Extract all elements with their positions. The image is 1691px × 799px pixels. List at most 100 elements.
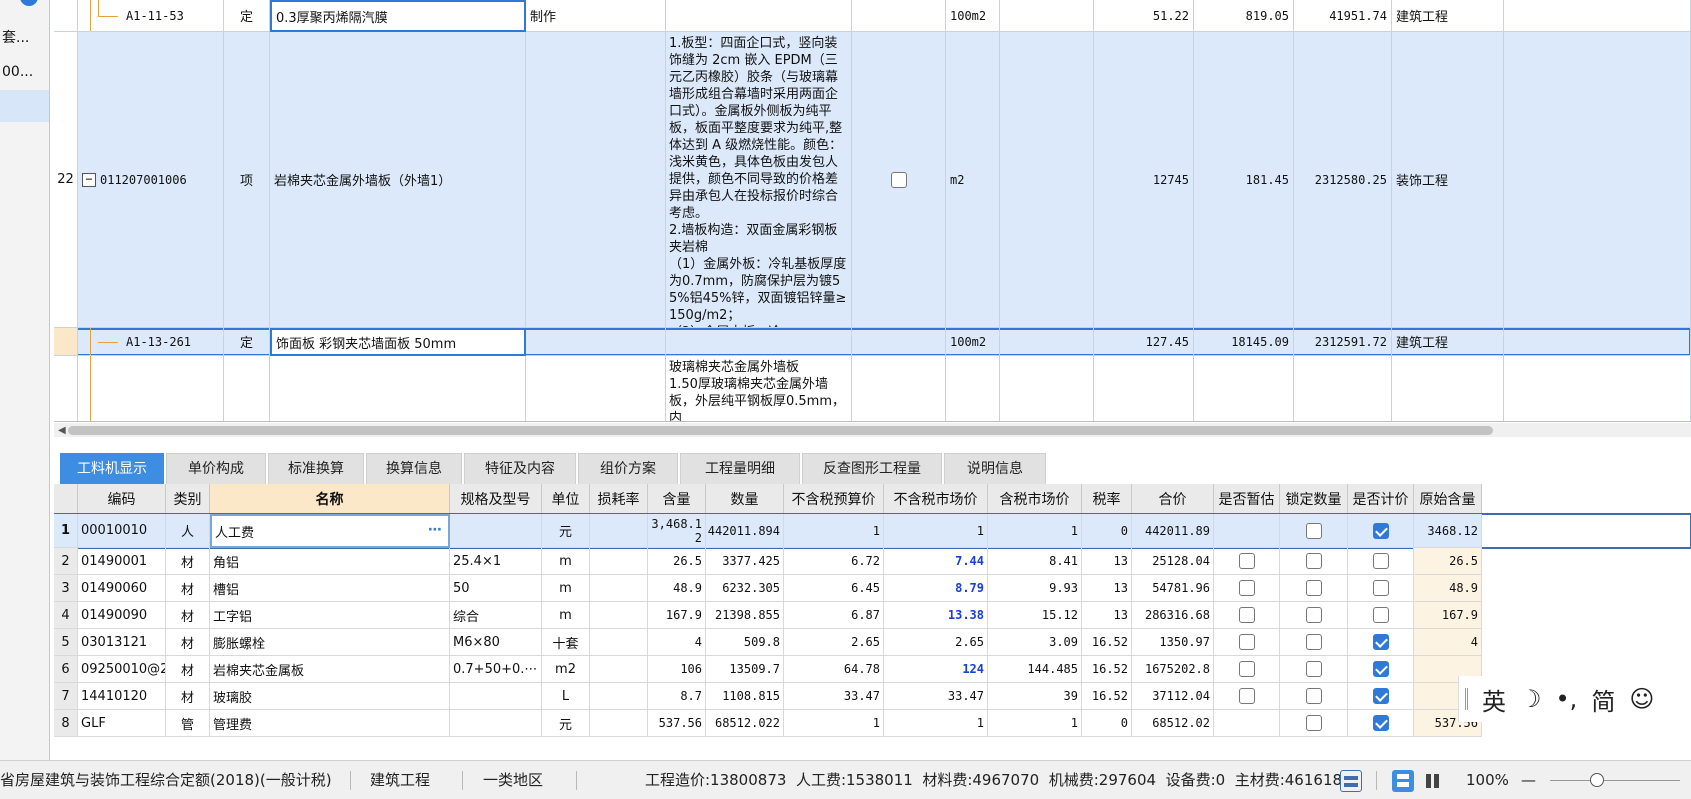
category-cell[interactable]: 材 [166, 629, 210, 656]
resource-row[interactable]: 4 01490090 材工字铝 综合 m 167.9 21398.855 6.87 13.38 1… [54, 602, 1691, 629]
header-total[interactable]: 合价 [1132, 484, 1214, 514]
priced-checkbox[interactable] [1372, 688, 1389, 704]
pretax-budget-cell[interactable]: 2.65 [784, 629, 884, 656]
name-cell[interactable]: 人工费 [210, 514, 450, 548]
name-cell[interactable]: 饰面板 彩钢夹芯墙面板 50mm [270, 328, 526, 356]
estimate-checkbox[interactable] [1238, 661, 1255, 677]
lock-checkbox[interactable] [1305, 661, 1322, 677]
lock-checkbox[interactable] [1305, 634, 1322, 650]
estimate-checkbox[interactable] [1238, 634, 1255, 650]
category-cell[interactable]: 材 [166, 575, 210, 602]
pretax-market-cell[interactable]: 33.47 [884, 683, 988, 710]
loss-rate-cell[interactable] [590, 629, 648, 656]
name-cell[interactable]: 0.3厚聚丙烯隔汽膜 [270, 0, 526, 32]
header-loss-rate[interactable]: 损耗率 [590, 484, 648, 514]
header-pretax-market[interactable]: 不含税市场价 [884, 484, 988, 514]
name-cell[interactable]: 岩棉夹芯金属外墙板（外墙1） [270, 32, 526, 328]
pretax-budget-cell[interactable]: 6.45 [784, 575, 884, 602]
original-content-cell[interactable]: 167.9 [1414, 602, 1482, 629]
spec-cell[interactable]: M6×80 [450, 629, 542, 656]
loss-rate-cell[interactable] [590, 710, 648, 737]
name-cell[interactable]: 岩棉夹芯金属板 [210, 656, 450, 683]
total-cell[interactable]: 37112.04 [1132, 683, 1214, 710]
quantity-cell[interactable]: 3377.425 [706, 548, 784, 575]
quantity-cell[interactable]: 21398.855 [706, 602, 784, 629]
estimate-checkbox[interactable] [1238, 607, 1255, 623]
priced-checkbox[interactable] [1372, 580, 1389, 596]
tab-labor-material-machine[interactable]: 工料机显示 [60, 453, 164, 484]
code-cell[interactable]: 01490001 [78, 548, 166, 575]
tab-notes[interactable]: 说明信息 [944, 453, 1046, 484]
unit-cell[interactable]: m [542, 548, 590, 575]
header-lock-qty[interactable]: 锁定数量 [1280, 484, 1348, 514]
content-cell[interactable]: 48.9 [648, 575, 706, 602]
code-cell[interactable]: GLF [78, 710, 166, 737]
zoom-slider-track[interactable] [1550, 780, 1680, 781]
pretax-market-cell[interactable]: 8.79 [884, 575, 988, 602]
resource-row[interactable]: 7 14410120 材玻璃胶 L 8.7 1108.815 33.47 33.47 39 16.… [54, 683, 1691, 710]
layout-horizontal-icon[interactable] [1422, 770, 1444, 792]
header-spec[interactable]: 规格及型号 [450, 484, 542, 514]
code-cell[interactable] [78, 356, 224, 421]
header-original-content[interactable]: 原始含量 [1414, 484, 1482, 514]
pretax-market-cell[interactable]: 1 [884, 710, 988, 737]
content-cell[interactable]: 537.56 [648, 710, 706, 737]
code-cell[interactable]: − 011207001006 [78, 32, 224, 328]
content-cell[interactable]: 106 [648, 656, 706, 683]
loss-rate-cell[interactable] [590, 548, 648, 575]
quantity-cell[interactable]: 509.8 [706, 629, 784, 656]
pretax-budget-cell[interactable]: 64.78 [784, 656, 884, 683]
name-cell[interactable] [270, 356, 526, 421]
pretax-budget-cell[interactable]: 33.47 [784, 683, 884, 710]
resource-row[interactable]: 2 01490001 材角铝 25.4×1 m 26.5 3377.425 6.72 7.44 8… [54, 548, 1691, 575]
original-content-cell[interactable]: 48.9 [1414, 575, 1482, 602]
code-cell[interactable]: 01490090 [78, 602, 166, 629]
lock-checkbox[interactable] [1305, 607, 1322, 623]
tab-features-content[interactable]: 特征及内容 [464, 453, 576, 484]
taxed-market-cell[interactable]: 15.12 [988, 602, 1082, 629]
zoom-slider-handle[interactable] [1590, 773, 1604, 787]
sidebar-item-selected[interactable] [0, 90, 49, 122]
ime-simplified-toggle[interactable]: 简 [1591, 682, 1615, 717]
name-cell[interactable]: 膨胀螺栓 [210, 629, 450, 656]
taxed-market-cell[interactable]: 39 [988, 683, 1082, 710]
loss-rate-cell[interactable] [590, 575, 648, 602]
taxed-market-cell[interactable]: 3.09 [988, 629, 1082, 656]
lock-checkbox[interactable] [1305, 580, 1322, 596]
grid-row-selected[interactable]: A1-13-261 定 饰面板 彩钢夹芯墙面板 50mm 100m2 127.4… [54, 328, 1691, 356]
priced-checkbox[interactable] [1372, 661, 1389, 677]
estimate-checkbox[interactable] [1238, 553, 1255, 569]
tax-rate-cell[interactable]: 13 [1082, 548, 1132, 575]
tax-rate-cell[interactable]: 16.52 [1082, 683, 1132, 710]
resource-row[interactable]: 6 09250010@2 材岩棉夹芯金属板 0.7+50+0.⋯ m2 106 13509.… [54, 656, 1691, 683]
header-content[interactable]: 含量 [648, 484, 706, 514]
content-cell[interactable]: 4 [648, 629, 706, 656]
tab-standard-conversion[interactable]: 标准换算 [268, 453, 364, 484]
tax-rate-cell[interactable]: 16.52 [1082, 629, 1132, 656]
ime-language-toggle[interactable]: 英 [1482, 682, 1506, 717]
spec-cell[interactable]: 50 [450, 575, 542, 602]
code-cell[interactable]: 03013121 [78, 629, 166, 656]
moon-icon[interactable]: ☽ [1520, 685, 1542, 713]
priced-checkbox[interactable] [1372, 634, 1389, 650]
punctuation-icon[interactable]: •, [1556, 685, 1578, 713]
pretax-market-cell[interactable]: 7.44 [884, 548, 988, 575]
grid-row[interactable]: A1-11-53 定 0.3厚聚丙烯隔汽膜 制作 100m2 51.22 819… [54, 0, 1691, 32]
resource-row-selected[interactable]: 1 00010010 人人工费元 3,468.12 442011.894 1 1 1 0 4420… [54, 513, 1691, 549]
unit-cell[interactable]: 十套 [542, 629, 590, 656]
tab-unit-price-composition[interactable]: 单价构成 [166, 453, 266, 484]
quantity-cell[interactable]: 1108.815 [706, 683, 784, 710]
content-cell[interactable]: 26.5 [648, 548, 706, 575]
tax-rate-cell[interactable]: 0 [1082, 710, 1132, 737]
tax-rate-cell[interactable]: 16.52 [1082, 656, 1132, 683]
spec-cell[interactable] [450, 710, 542, 737]
loss-rate-cell[interactable] [590, 602, 648, 629]
content-cell[interactable]: 167.9 [648, 602, 706, 629]
grid-row[interactable]: 22 − 011207001006 项 岩棉夹芯金属外墙板（外墙1） 1.板型：… [54, 32, 1691, 328]
layout-vertical-icon[interactable] [1392, 770, 1414, 792]
drag-handle-icon[interactable] [1465, 688, 1468, 710]
sidebar-item-2[interactable]: 00... [0, 56, 49, 88]
resource-row[interactable]: 8 GLF 管管理费元 537.56 68512.022 1 1 1 0 68512.02 537.… [54, 710, 1691, 737]
unit-cell[interactable]: m [542, 602, 590, 629]
header-taxed-market[interactable]: 含税市场价 [988, 484, 1082, 514]
